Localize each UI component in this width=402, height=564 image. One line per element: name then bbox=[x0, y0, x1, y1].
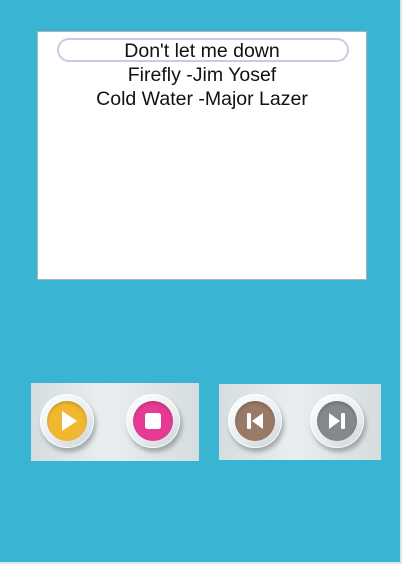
skip-forward-icon bbox=[329, 413, 345, 429]
next-track-button[interactable] bbox=[310, 394, 364, 448]
playlist-box: Don't let me down Firefly -Jim Yosef Col… bbox=[37, 31, 367, 280]
playlist-item-cold-water[interactable]: Cold Water -Major Lazer bbox=[38, 87, 366, 111]
stop-button-face bbox=[133, 401, 173, 441]
previous-button-face bbox=[235, 401, 275, 441]
next-button-face bbox=[317, 401, 357, 441]
playlist-item-dont-let-me-down[interactable]: Don't let me down bbox=[38, 39, 366, 63]
previous-track-button[interactable] bbox=[228, 394, 282, 448]
play-button[interactable] bbox=[40, 394, 94, 448]
playlist-item-firefly[interactable]: Firefly -Jim Yosef bbox=[38, 63, 366, 87]
play-icon bbox=[62, 411, 77, 431]
skip-back-icon bbox=[247, 413, 263, 429]
stop-button[interactable] bbox=[126, 394, 180, 448]
play-button-face bbox=[47, 401, 87, 441]
stop-icon bbox=[145, 413, 161, 429]
